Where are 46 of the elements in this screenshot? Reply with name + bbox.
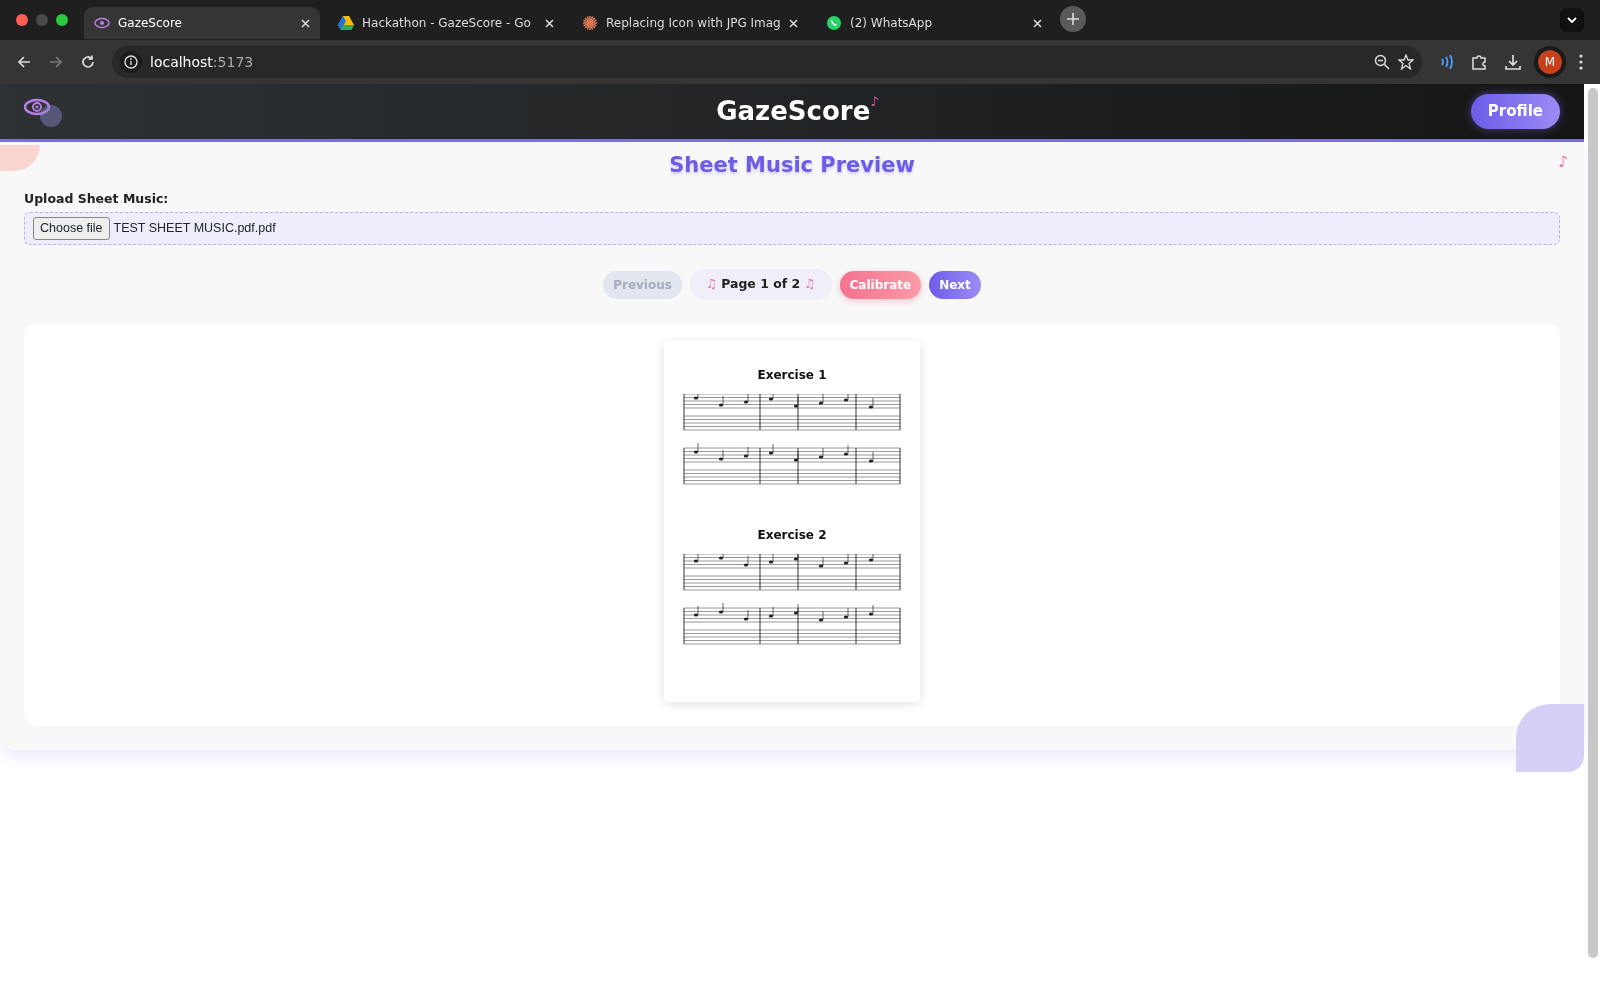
forward-icon[interactable] xyxy=(48,54,64,70)
star-icon[interactable] xyxy=(1398,54,1414,70)
reload-icon[interactable] xyxy=(80,54,96,70)
decor-shape xyxy=(1516,704,1584,772)
music-note: ♪ xyxy=(1557,151,1568,173)
tab-title: Hackathon - GazeScore - Go xyxy=(362,15,532,32)
more-icon[interactable] xyxy=(1578,53,1584,71)
tab-title: Replacing Icon with JPG Imag xyxy=(606,15,781,32)
browser-tab[interactable]: Replacing Icon with JPG Imag xyxy=(572,7,808,39)
chat-icon xyxy=(826,15,842,31)
browser-tab[interactable]: GazeScore xyxy=(84,7,320,39)
url-text[interactable]: localhost:5173 xyxy=(150,51,254,73)
back-icon[interactable] xyxy=(16,54,32,70)
exercise-title: Exercise 1 xyxy=(757,367,827,384)
browser-tab[interactable]: (2) WhatsApp xyxy=(816,7,1052,39)
close-icon[interactable] xyxy=(1033,18,1042,28)
upload-label: Upload Sheet Music: xyxy=(24,189,170,208)
new-tab-icon[interactable] xyxy=(1060,6,1086,32)
window-control-dot[interactable] xyxy=(56,14,68,26)
zoom-out-icon[interactable] xyxy=(1374,54,1390,70)
close-icon[interactable] xyxy=(301,18,310,28)
decor-shape xyxy=(0,145,40,171)
browser-tab[interactable]: Hackathon - GazeScore - Go xyxy=(328,7,564,39)
puzzle-icon[interactable] xyxy=(1470,53,1488,71)
close-icon[interactable] xyxy=(789,18,798,28)
profile-avatar[interactable]: M xyxy=(1538,50,1562,74)
info-icon[interactable] xyxy=(120,51,142,73)
page-title: Sheet Music Preview xyxy=(669,152,915,179)
window-control-dot[interactable] xyxy=(16,14,28,26)
eye-icon xyxy=(94,17,110,29)
app-logo-text: GazeScore♪ xyxy=(716,93,879,128)
tab-title: GazeScore xyxy=(118,15,183,32)
profile-button[interactable]: Profile xyxy=(1470,94,1560,129)
scrollbar[interactable] xyxy=(1588,88,1598,958)
page-indicator: ♫ Page 1 of 2 ♫ xyxy=(689,269,832,300)
file-input[interactable]: Choose file TEST SHEET MUSIC.pdf.pdf xyxy=(24,212,1560,246)
close-icon[interactable] xyxy=(545,18,554,28)
download-icon[interactable] xyxy=(1504,53,1522,71)
exercise-title: Exercise 2 xyxy=(757,527,827,544)
tab-title: (2) WhatsApp xyxy=(850,15,934,32)
signal-waves-icon[interactable] xyxy=(1438,54,1454,70)
burst-icon xyxy=(582,15,598,31)
triangle-icon xyxy=(338,16,354,30)
window-control-dot[interactable] xyxy=(36,14,48,26)
next-button[interactable]: Next xyxy=(929,270,981,299)
tab-search-icon[interactable] xyxy=(1560,8,1584,32)
